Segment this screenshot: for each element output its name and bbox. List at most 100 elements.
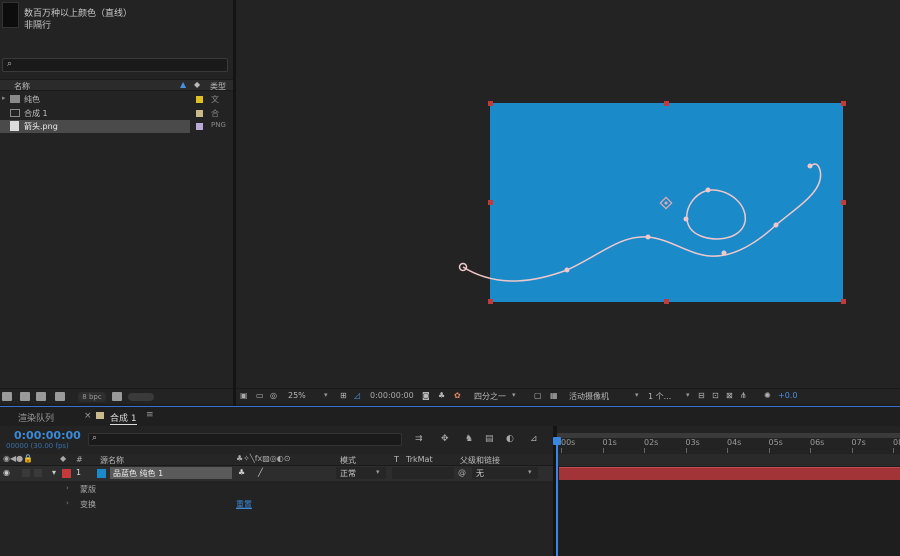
- trash-icon[interactable]: [112, 392, 122, 401]
- project-item-solids[interactable]: ▸ 纯色 文: [0, 93, 233, 106]
- time-tick-mark: [851, 448, 853, 453]
- project-item-type: 合: [211, 109, 219, 118]
- current-time-indicator[interactable]: [556, 440, 558, 556]
- project-item-type: 文: [211, 95, 219, 104]
- folder-icon: [10, 95, 20, 103]
- layer-index: 1: [76, 468, 82, 477]
- transform-handle[interactable]: [488, 299, 493, 304]
- project-search-input[interactable]: ⌕: [2, 58, 228, 72]
- tab-composition[interactable]: 合成 1: [110, 411, 137, 425]
- timeline-search-input[interactable]: ⌕: [88, 433, 402, 446]
- transform-handle[interactable]: [488, 200, 493, 205]
- transform-handle[interactable]: [664, 101, 669, 106]
- interpret-footage-icon[interactable]: [2, 392, 12, 401]
- current-time[interactable]: 0:00:00:00: [370, 391, 414, 400]
- project-item-comp[interactable]: 合成 1 合: [0, 107, 233, 120]
- roi-icon[interactable]: ▢: [534, 391, 542, 400]
- thumbnail-slider[interactable]: [128, 393, 154, 401]
- graph-editor-icon[interactable]: ⊿: [530, 434, 538, 444]
- trkmat-dropdown[interactable]: [392, 467, 454, 479]
- solo-toggle[interactable]: [22, 469, 30, 477]
- layer-row[interactable]: ◉ ▾ 1 品蓝色 纯色 1 ♣ ╱ 正常 ▾ @ 无 ▾: [0, 466, 553, 481]
- time-tick-label: 08s: [893, 438, 900, 447]
- draft-3d-icon[interactable]: ✥: [441, 434, 449, 444]
- monitor-icon[interactable]: ▭: [256, 391, 264, 400]
- transform-handle[interactable]: [841, 299, 846, 304]
- chevron-down-icon: ▾: [635, 391, 639, 399]
- layer-name: 品蓝色 纯色 1: [113, 469, 164, 478]
- quality-switch-icon[interactable]: ╱: [258, 468, 263, 477]
- views-dropdown[interactable]: 1 个... ▾: [648, 391, 694, 402]
- close-icon[interactable]: ×: [84, 411, 92, 421]
- zoom-dropdown[interactable]: 25% ▾: [286, 391, 334, 402]
- fit-icon[interactable]: ⊞: [340, 391, 347, 400]
- transform-handle[interactable]: [841, 200, 846, 205]
- timeline-timecode[interactable]: 0:00:00:00: [14, 429, 81, 442]
- time-tick-mark: [561, 448, 562, 453]
- av-features-icons: ◉◀●🔒: [3, 454, 34, 463]
- expand-arrow-icon[interactable]: ▸: [2, 94, 6, 102]
- project-panel: 数百万种以上颜色（直线） 非隔行 ⌕ 名称 ▲ ◆ 类型 ▸ 纯色 文 合成 1…: [0, 0, 233, 404]
- mode-value: 正常: [340, 469, 356, 478]
- channel-icon[interactable]: ✿: [454, 391, 461, 400]
- column-type-label[interactable]: 类型: [210, 81, 226, 92]
- project-item-png[interactable]: 箭头.png: [0, 120, 190, 133]
- shy-layers-icon[interactable]: ♞: [465, 434, 473, 444]
- fast-preview-icon[interactable]: ⊡: [712, 391, 719, 400]
- parent-header[interactable]: 父级和链接: [460, 455, 500, 466]
- source-name-header[interactable]: 源名称: [100, 455, 124, 466]
- exposure-value[interactable]: +0.0: [778, 391, 797, 400]
- transform-group-label[interactable]: 变换: [80, 499, 96, 510]
- snapshot-icon[interactable]: ◙: [422, 391, 430, 400]
- mask-group-label[interactable]: 蒙版: [80, 484, 96, 495]
- label-swatch[interactable]: [196, 96, 203, 103]
- toggle-pixel-icon[interactable]: ⊟: [698, 391, 705, 400]
- transparency-grid-icon[interactable]: ▦: [550, 391, 558, 400]
- column-name-label[interactable]: 名称: [14, 81, 30, 92]
- flowchart-icon[interactable]: ⋔: [740, 391, 747, 400]
- expand-arrow-icon[interactable]: ›: [66, 499, 69, 507]
- bpc-button[interactable]: 8 bpc: [78, 392, 106, 402]
- playhead-handle[interactable]: [553, 437, 561, 445]
- project-settings-icon[interactable]: [55, 392, 65, 401]
- magnification-icon[interactable]: ▣: [240, 391, 248, 400]
- mode-header[interactable]: 模式: [340, 455, 356, 466]
- timeline-icon[interactable]: ⊠: [726, 391, 733, 400]
- shy-switch-icon[interactable]: ♣: [238, 468, 245, 477]
- vr-icon[interactable]: ◎: [270, 391, 277, 400]
- frame-blending-icon[interactable]: ▤: [485, 434, 494, 444]
- pick-whip-icon[interactable]: @: [458, 468, 466, 477]
- layer-duration-bar[interactable]: [559, 467, 900, 480]
- tab-render-queue[interactable]: 渲染队列: [18, 411, 54, 424]
- new-composition-icon[interactable]: [36, 392, 46, 401]
- mode-dropdown[interactable]: 正常 ▾: [336, 467, 386, 479]
- label-swatch[interactable]: [196, 110, 203, 117]
- composition-frame[interactable]: [490, 103, 843, 302]
- transform-handle[interactable]: [488, 101, 493, 106]
- transform-handle[interactable]: [664, 299, 669, 304]
- show-snapshot-icon[interactable]: ♣: [438, 391, 445, 400]
- reset-exposure-icon[interactable]: ✺: [764, 391, 771, 400]
- time-tick-mark: [685, 448, 687, 453]
- expand-arrow-icon[interactable]: ›: [66, 484, 69, 492]
- mask-visibility-icon[interactable]: ◿: [354, 391, 360, 400]
- layer-label-swatch[interactable]: [62, 469, 71, 478]
- parent-dropdown[interactable]: 无 ▾: [472, 467, 538, 479]
- reset-link[interactable]: 重置: [236, 499, 252, 510]
- expand-arrow-icon[interactable]: ▾: [52, 468, 56, 477]
- comp-mini-flowchart-icon[interactable]: ⇉: [415, 434, 423, 444]
- trkmat-header[interactable]: TrkMat: [406, 455, 433, 464]
- time-tick-label: 03s: [685, 438, 700, 447]
- new-folder-icon[interactable]: [20, 392, 30, 401]
- tab-menu-icon[interactable]: ≡: [146, 410, 154, 420]
- chevron-down-icon: ▾: [686, 391, 690, 399]
- transform-handle[interactable]: [841, 101, 846, 106]
- resolution-dropdown[interactable]: 四分之一 ▾: [474, 391, 522, 402]
- camera-dropdown[interactable]: 活动摄像机 ▾: [569, 391, 645, 402]
- eye-icon[interactable]: ◉: [3, 468, 10, 477]
- layer-name-field[interactable]: 品蓝色 纯色 1: [110, 467, 232, 479]
- label-swatch[interactable]: [196, 123, 203, 130]
- label-tag-icon: ◆: [194, 80, 201, 89]
- motion-blur-icon[interactable]: ◐: [506, 434, 514, 444]
- lock-toggle[interactable]: [34, 469, 42, 477]
